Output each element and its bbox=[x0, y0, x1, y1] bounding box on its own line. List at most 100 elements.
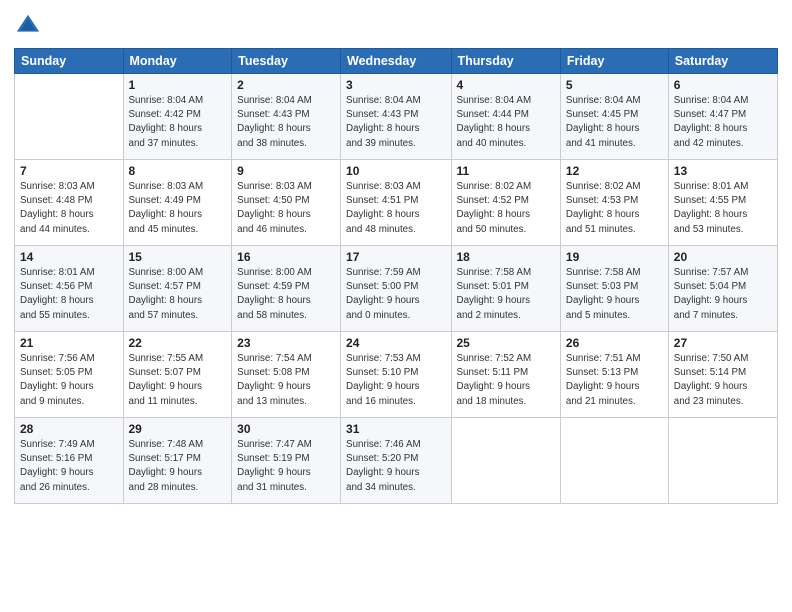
day-info: Sunrise: 7:58 AM Sunset: 5:01 PM Dayligh… bbox=[457, 266, 555, 323]
day-info: Sunrise: 7:54 AM Sunset: 5:08 PM Dayligh… bbox=[237, 352, 335, 409]
calendar-cell: 6 Sunrise: 8:04 AM Sunset: 4:47 PM Daylig… bbox=[668, 74, 777, 160]
calendar-cell: 3 Sunrise: 8:04 AM Sunset: 4:43 PM Daylig… bbox=[341, 74, 451, 160]
day-info: Sunrise: 8:04 AM Sunset: 4:43 PM Dayligh… bbox=[237, 94, 335, 151]
day-info: Sunrise: 8:01 AM Sunset: 4:56 PM Dayligh… bbox=[20, 266, 118, 323]
day-info: Sunrise: 7:47 AM Sunset: 5:19 PM Dayligh… bbox=[237, 438, 335, 495]
day-number: 1 bbox=[129, 78, 227, 92]
calendar-cell bbox=[451, 418, 560, 504]
calendar-cell: 20 Sunrise: 7:57 AM Sunset: 5:04 PM Dayli… bbox=[668, 246, 777, 332]
day-number: 8 bbox=[129, 164, 227, 178]
day-number: 24 bbox=[346, 336, 445, 350]
calendar-cell: 31 Sunrise: 7:46 AM Sunset: 5:20 PM Dayli… bbox=[341, 418, 451, 504]
calendar-cell: 23 Sunrise: 7:54 AM Sunset: 5:08 PM Dayli… bbox=[232, 332, 341, 418]
calendar-cell: 24Sunrise: 7:53 AM Sunset: 5:10 PM Dayli… bbox=[341, 332, 451, 418]
day-number: 11 bbox=[457, 164, 555, 178]
calendar-week-row: 1Sunrise: 8:04 AM Sunset: 4:42 PM Daylig… bbox=[15, 74, 778, 160]
day-info: Sunrise: 7:50 AM Sunset: 5:14 PM Dayligh… bbox=[674, 352, 772, 409]
day-info: Sunrise: 8:04 AM Sunset: 4:43 PM Dayligh… bbox=[346, 94, 445, 151]
logo bbox=[14, 12, 46, 40]
calendar-cell: 17 Sunrise: 7:59 AM Sunset: 5:00 PM Dayli… bbox=[341, 246, 451, 332]
page-header bbox=[14, 12, 778, 40]
logo-icon bbox=[14, 12, 42, 40]
day-info: Sunrise: 7:55 AM Sunset: 5:07 PM Dayligh… bbox=[129, 352, 227, 409]
calendar-cell: 4 Sunrise: 8:04 AM Sunset: 4:44 PM Daylig… bbox=[451, 74, 560, 160]
calendar-cell bbox=[15, 74, 124, 160]
day-number: 30 bbox=[237, 422, 335, 436]
weekday-header: Saturday bbox=[668, 49, 777, 74]
calendar-cell: 8 Sunrise: 8:03 AM Sunset: 4:49 PM Daylig… bbox=[123, 160, 232, 246]
day-number: 10 bbox=[346, 164, 445, 178]
calendar-cell: 28Sunrise: 7:49 AM Sunset: 5:16 PM Dayli… bbox=[15, 418, 124, 504]
calendar-cell: 18 Sunrise: 7:58 AM Sunset: 5:01 PM Dayli… bbox=[451, 246, 560, 332]
calendar-cell: 2 Sunrise: 8:04 AM Sunset: 4:43 PM Daylig… bbox=[232, 74, 341, 160]
day-info: Sunrise: 7:57 AM Sunset: 5:04 PM Dayligh… bbox=[674, 266, 772, 323]
calendar-cell: 11 Sunrise: 8:02 AM Sunset: 4:52 PM Dayli… bbox=[451, 160, 560, 246]
day-info: Sunrise: 8:03 AM Sunset: 4:50 PM Dayligh… bbox=[237, 180, 335, 237]
calendar-table: SundayMondayTuesdayWednesdayThursdayFrid… bbox=[14, 48, 778, 504]
calendar-cell: 30 Sunrise: 7:47 AM Sunset: 5:19 PM Dayli… bbox=[232, 418, 341, 504]
day-number: 17 bbox=[346, 250, 445, 264]
day-number: 28 bbox=[20, 422, 118, 436]
calendar-cell: 13Sunrise: 8:01 AM Sunset: 4:55 PM Dayli… bbox=[668, 160, 777, 246]
day-info: Sunrise: 7:51 AM Sunset: 5:13 PM Dayligh… bbox=[566, 352, 663, 409]
weekday-header: Sunday bbox=[15, 49, 124, 74]
day-info: Sunrise: 8:04 AM Sunset: 4:45 PM Dayligh… bbox=[566, 94, 663, 151]
calendar-cell: 1Sunrise: 8:04 AM Sunset: 4:42 PM Daylig… bbox=[123, 74, 232, 160]
day-info: Sunrise: 8:03 AM Sunset: 4:51 PM Dayligh… bbox=[346, 180, 445, 237]
calendar-cell: 9Sunrise: 8:03 AM Sunset: 4:50 PM Daylig… bbox=[232, 160, 341, 246]
day-number: 21 bbox=[20, 336, 118, 350]
day-number: 7 bbox=[20, 164, 118, 178]
day-info: Sunrise: 8:04 AM Sunset: 4:44 PM Dayligh… bbox=[457, 94, 555, 151]
calendar-cell: 15Sunrise: 8:00 AM Sunset: 4:57 PM Dayli… bbox=[123, 246, 232, 332]
day-number: 2 bbox=[237, 78, 335, 92]
day-info: Sunrise: 8:04 AM Sunset: 4:47 PM Dayligh… bbox=[674, 94, 772, 151]
calendar-cell: 7 Sunrise: 8:03 AM Sunset: 4:48 PM Daylig… bbox=[15, 160, 124, 246]
calendar-week-row: 7 Sunrise: 8:03 AM Sunset: 4:48 PM Daylig… bbox=[15, 160, 778, 246]
day-number: 29 bbox=[129, 422, 227, 436]
calendar-cell: 27 Sunrise: 7:50 AM Sunset: 5:14 PM Dayli… bbox=[668, 332, 777, 418]
day-info: Sunrise: 8:03 AM Sunset: 4:48 PM Dayligh… bbox=[20, 180, 118, 237]
day-number: 23 bbox=[237, 336, 335, 350]
calendar-cell: 26Sunrise: 7:51 AM Sunset: 5:13 PM Dayli… bbox=[560, 332, 668, 418]
day-number: 4 bbox=[457, 78, 555, 92]
day-number: 31 bbox=[346, 422, 445, 436]
day-info: Sunrise: 7:46 AM Sunset: 5:20 PM Dayligh… bbox=[346, 438, 445, 495]
day-info: Sunrise: 8:02 AM Sunset: 4:52 PM Dayligh… bbox=[457, 180, 555, 237]
day-info: Sunrise: 8:00 AM Sunset: 4:57 PM Dayligh… bbox=[129, 266, 227, 323]
calendar-cell: 19Sunrise: 7:58 AM Sunset: 5:03 PM Dayli… bbox=[560, 246, 668, 332]
calendar-cell bbox=[560, 418, 668, 504]
day-number: 6 bbox=[674, 78, 772, 92]
day-info: Sunrise: 7:59 AM Sunset: 5:00 PM Dayligh… bbox=[346, 266, 445, 323]
day-number: 12 bbox=[566, 164, 663, 178]
calendar-cell bbox=[668, 418, 777, 504]
day-number: 25 bbox=[457, 336, 555, 350]
day-number: 16 bbox=[237, 250, 335, 264]
day-info: Sunrise: 7:52 AM Sunset: 5:11 PM Dayligh… bbox=[457, 352, 555, 409]
weekday-header: Thursday bbox=[451, 49, 560, 74]
calendar-week-row: 28Sunrise: 7:49 AM Sunset: 5:16 PM Dayli… bbox=[15, 418, 778, 504]
day-number: 20 bbox=[674, 250, 772, 264]
calendar-cell: 5 Sunrise: 8:04 AM Sunset: 4:45 PM Daylig… bbox=[560, 74, 668, 160]
day-info: Sunrise: 8:00 AM Sunset: 4:59 PM Dayligh… bbox=[237, 266, 335, 323]
weekday-header: Monday bbox=[123, 49, 232, 74]
day-info: Sunrise: 7:58 AM Sunset: 5:03 PM Dayligh… bbox=[566, 266, 663, 323]
calendar-cell: 10 Sunrise: 8:03 AM Sunset: 4:51 PM Dayli… bbox=[341, 160, 451, 246]
day-number: 14 bbox=[20, 250, 118, 264]
day-info: Sunrise: 8:01 AM Sunset: 4:55 PM Dayligh… bbox=[674, 180, 772, 237]
day-number: 3 bbox=[346, 78, 445, 92]
calendar-cell: 12Sunrise: 8:02 AM Sunset: 4:53 PM Dayli… bbox=[560, 160, 668, 246]
calendar-week-row: 21 Sunrise: 7:56 AM Sunset: 5:05 PM Dayli… bbox=[15, 332, 778, 418]
day-number: 27 bbox=[674, 336, 772, 350]
day-number: 5 bbox=[566, 78, 663, 92]
day-info: Sunrise: 7:48 AM Sunset: 5:17 PM Dayligh… bbox=[129, 438, 227, 495]
day-info: Sunrise: 7:56 AM Sunset: 5:05 PM Dayligh… bbox=[20, 352, 118, 409]
weekday-header: Tuesday bbox=[232, 49, 341, 74]
calendar-cell: 29 Sunrise: 7:48 AM Sunset: 5:17 PM Dayli… bbox=[123, 418, 232, 504]
calendar-cell: 22 Sunrise: 7:55 AM Sunset: 5:07 PM Dayli… bbox=[123, 332, 232, 418]
day-number: 22 bbox=[129, 336, 227, 350]
calendar-cell: 25 Sunrise: 7:52 AM Sunset: 5:11 PM Dayli… bbox=[451, 332, 560, 418]
day-number: 18 bbox=[457, 250, 555, 264]
day-info: Sunrise: 8:03 AM Sunset: 4:49 PM Dayligh… bbox=[129, 180, 227, 237]
calendar-cell: 16 Sunrise: 8:00 AM Sunset: 4:59 PM Dayli… bbox=[232, 246, 341, 332]
weekday-header: Friday bbox=[560, 49, 668, 74]
